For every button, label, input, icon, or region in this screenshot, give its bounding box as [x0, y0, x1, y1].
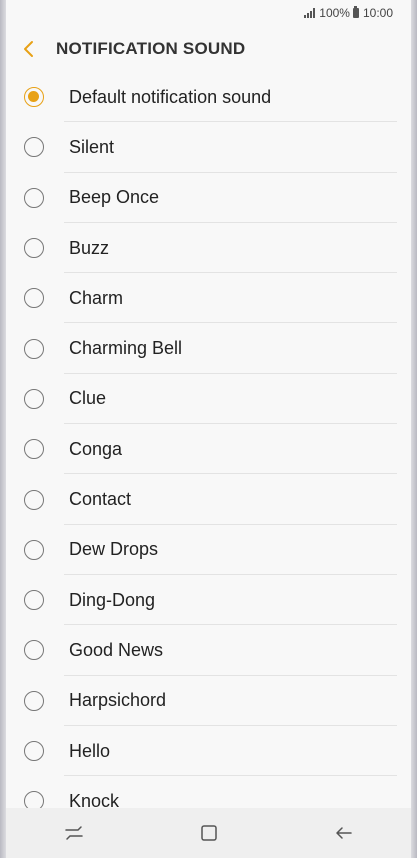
sound-option-label: Good News [69, 639, 164, 660]
screen: 100% 10:00 NOTIFICATION SOUND Default no… [6, 0, 411, 858]
radio-unselected-icon[interactable] [24, 388, 44, 409]
sound-option-label: Conga [69, 438, 123, 459]
status-time: 10:00 [362, 6, 393, 20]
sound-option-label: Harpsichord [69, 690, 167, 711]
device-edge-right [411, 0, 417, 858]
sound-option-label: Silent [69, 136, 115, 157]
sound-option-label: Charm [69, 287, 124, 308]
sound-option-label: Dew Drops [69, 539, 159, 560]
status-bar: 100% 10:00 [6, 0, 411, 26]
sound-option[interactable]: Ding-Dong [6, 575, 411, 626]
sound-option[interactable]: Conga [6, 424, 411, 475]
sound-option-label: Default notification sound [69, 86, 272, 107]
home-button[interactable] [184, 813, 234, 853]
back-arrow-icon [335, 827, 352, 839]
radio-unselected-icon[interactable] [24, 690, 44, 711]
signal-icon [304, 8, 316, 18]
radio-unselected-icon[interactable] [24, 590, 44, 611]
radio-unselected-icon[interactable] [24, 489, 44, 510]
sound-option[interactable]: Beep Once [6, 173, 411, 223]
sound-option-label: Hello [69, 740, 111, 761]
battery-icon [352, 6, 359, 18]
navigation-bar [6, 808, 411, 858]
sound-list: Default notification sound Silent Beep Onc… [6, 72, 411, 808]
sound-option-label: Ding-Dong [69, 589, 156, 610]
sound-option[interactable]: Charming Bell [6, 323, 411, 374]
recents-icon [64, 826, 83, 840]
sound-option-label: Clue [69, 388, 107, 409]
radio-unselected-icon[interactable] [24, 137, 44, 158]
sound-option[interactable]: Silent [6, 122, 411, 173]
radio-unselected-icon[interactable] [24, 791, 44, 808]
radio-unselected-icon[interactable] [24, 288, 44, 309]
sound-option[interactable]: Hello [6, 726, 411, 777]
sound-option[interactable]: Charm [6, 273, 411, 324]
back-button[interactable] [6, 26, 52, 72]
sound-option[interactable]: Contact [6, 474, 411, 525]
header: NOTIFICATION SOUND [6, 26, 411, 72]
sound-option[interactable]: Good News [6, 625, 411, 676]
sound-option-label: Buzz [69, 237, 110, 258]
radio-unselected-icon[interactable] [24, 338, 44, 359]
sound-option[interactable]: Clue [6, 374, 411, 425]
radio-unselected-icon[interactable] [24, 238, 44, 259]
sound-option[interactable]: Buzz [6, 223, 411, 274]
sound-option-label: Beep Once [69, 187, 160, 208]
radio-unselected-icon[interactable] [24, 539, 44, 560]
sound-option-label: Contact [69, 489, 132, 510]
battery-percent: 100% [319, 6, 350, 20]
sound-option[interactable]: Knock [6, 776, 411, 808]
chevron-left-icon [24, 41, 33, 57]
radio-unselected-icon[interactable] [24, 439, 44, 460]
sound-option[interactable]: Dew Drops [6, 525, 411, 575]
sound-option-label: Charming Bell [69, 338, 183, 359]
sound-option[interactable]: Default notification sound [6, 72, 411, 123]
recents-button[interactable] [49, 813, 99, 853]
sound-option[interactable]: Harpsichord [6, 676, 411, 726]
back-nav-button[interactable] [319, 813, 369, 853]
radio-unselected-icon[interactable] [24, 741, 44, 761]
radio-unselected-icon[interactable] [24, 640, 44, 661]
sound-option-label: Knock [69, 790, 120, 808]
radio-unselected-icon[interactable] [24, 187, 44, 208]
radio-selected-icon[interactable] [24, 87, 44, 108]
page-title: NOTIFICATION SOUND [56, 39, 246, 58]
home-icon [200, 825, 217, 841]
